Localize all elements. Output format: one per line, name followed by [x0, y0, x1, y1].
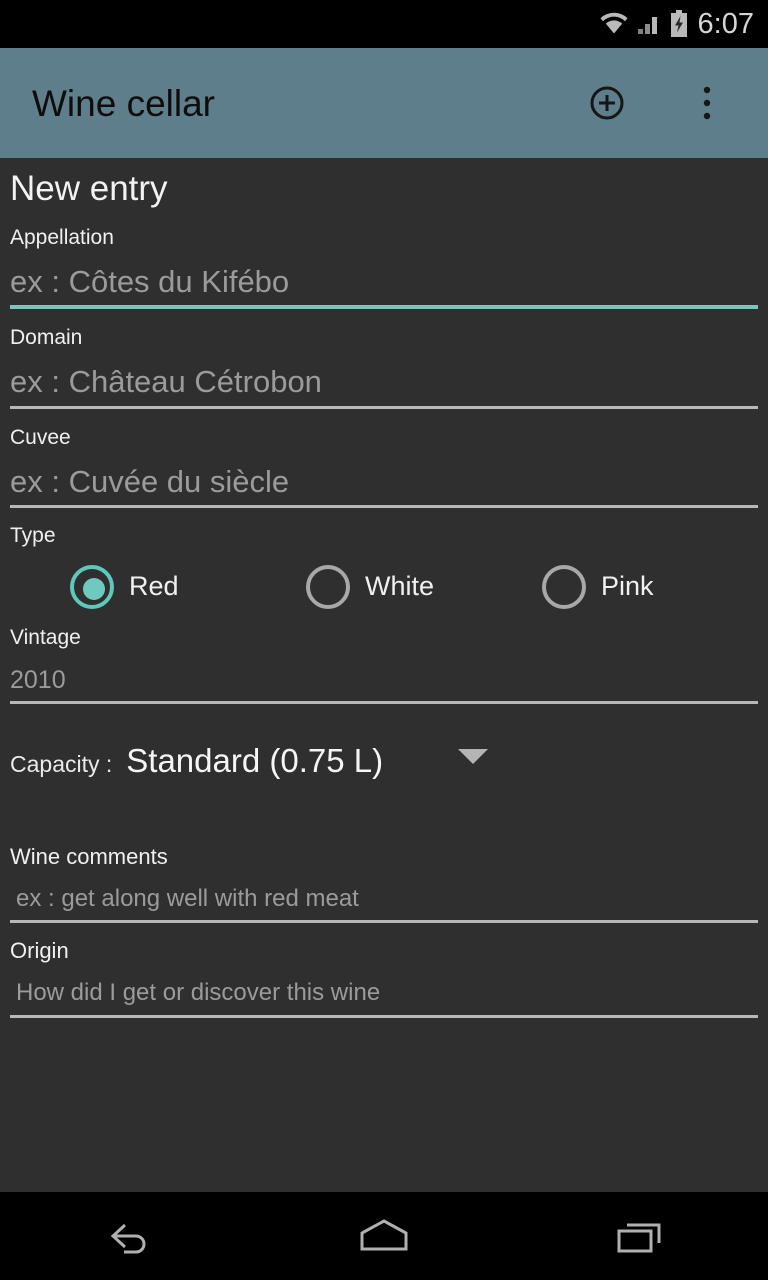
- radio-option-white[interactable]: White: [306, 556, 434, 618]
- back-icon: [110, 1223, 146, 1254]
- radio-circle-pink: [542, 564, 586, 609]
- nav-back-button[interactable]: [0, 1192, 256, 1280]
- overflow-menu-button[interactable]: [670, 66, 744, 140]
- status-icons: [599, 10, 689, 38]
- label-type: Type: [10, 524, 56, 548]
- form-content: New entry Appellation ex : Côtes du Kifé…: [0, 158, 768, 1192]
- cell-signal-icon: [637, 17, 657, 34]
- plus-circle-icon: [590, 86, 624, 120]
- system-navigation-bar: [0, 1192, 768, 1280]
- radio-circle-red: [70, 564, 114, 609]
- radio-group-type: Red White Pink: [0, 556, 768, 618]
- input-comments[interactable]: ex : get along well with red meat: [0, 869, 768, 920]
- app-title: Wine cellar: [32, 82, 215, 124]
- home-icon: [360, 1219, 408, 1251]
- radio-option-red[interactable]: Red: [70, 556, 179, 618]
- input-appellation[interactable]: ex : Côtes du Kifébo: [10, 249, 758, 306]
- underline-origin: [10, 1014, 758, 1018]
- field-vintage: Vintage: [0, 618, 768, 649]
- radio-label-red: Red: [129, 571, 179, 602]
- input-domain[interactable]: ex : Château Cétrobon: [10, 349, 758, 406]
- nav-recents-button[interactable]: [512, 1192, 768, 1280]
- more-vertical-icon: [703, 86, 711, 120]
- action-bar: Wine cellar: [0, 48, 768, 158]
- field-origin: Origin How did I get or discover this wi…: [0, 923, 768, 1018]
- nav-home-button[interactable]: [256, 1192, 512, 1280]
- recents-icon: [617, 1223, 661, 1253]
- battery-charging-icon: [670, 10, 687, 37]
- label-domain: Domain: [10, 326, 83, 350]
- page-title: New entry: [10, 169, 168, 208]
- label-comments: Wine comments: [10, 843, 168, 869]
- status-bar: 6:07: [0, 0, 768, 48]
- label-cuvee: Cuvee: [10, 425, 71, 449]
- capacity-selector[interactable]: Capacity : Standard (0.75 L): [0, 704, 768, 777]
- add-entry-button[interactable]: [570, 66, 644, 140]
- label-capacity: Capacity :: [10, 750, 113, 777]
- label-vintage: Vintage: [10, 625, 81, 649]
- radio-option-pink[interactable]: Pink: [542, 556, 654, 618]
- radio-circle-white: [306, 564, 350, 609]
- field-cuvee: Cuvee ex : Cuvée du siècle: [0, 409, 768, 509]
- input-cuvee[interactable]: ex : Cuvée du siècle: [10, 449, 758, 506]
- status-clock: 6:07: [697, 7, 754, 40]
- label-origin: Origin: [10, 938, 69, 964]
- radio-label-pink: Pink: [601, 571, 654, 602]
- chevron-down-icon: [458, 748, 489, 764]
- input-vintage[interactable]: 2010: [0, 649, 768, 701]
- field-comments: Wine comments ex : get along well with r…: [0, 777, 768, 924]
- value-capacity: Standard (0.75 L): [126, 741, 384, 779]
- input-origin[interactable]: How did I get or discover this wine: [0, 963, 768, 1014]
- android-screen: 6:07 Wine cellar New entry Appellation e…: [0, 0, 768, 1280]
- field-appellation: Appellation ex : Côtes du Kifébo: [0, 209, 768, 310]
- radio-label-white: White: [365, 571, 435, 602]
- field-domain: Domain ex : Château Cétrobon: [0, 309, 768, 409]
- wifi-icon: [600, 12, 628, 34]
- label-appellation: Appellation: [10, 225, 114, 249]
